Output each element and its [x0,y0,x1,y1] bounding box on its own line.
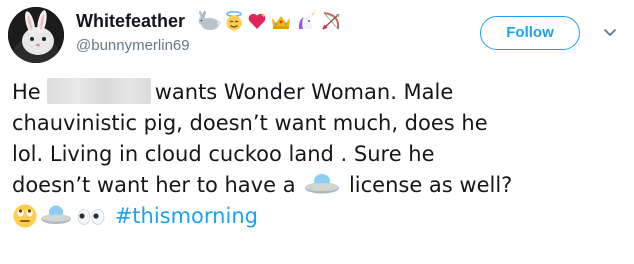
face-with-rolling-eyes-emoji [12,203,38,229]
eyes-emoji [74,203,108,229]
tweet-line-3: lol. Living in cloud cuckoo land . Sure … [12,142,435,166]
tweet-line-2: chauvinistic pig, doesn’t want much, doe… [12,111,488,135]
user-handle[interactable]: @bunnymerlin69 [76,36,190,56]
redacted-name-blur [46,78,151,104]
sparkling-heart-emoji [248,13,266,29]
more-options-chevron-down-icon[interactable] [603,28,617,38]
angel-face-emoji [226,11,242,31]
unicorn-emoji [298,11,315,29]
rabbit-emoji [198,11,221,30]
tweet-text: He wants Wonder Woman. Male chauvinistic … [12,77,630,232]
flying-saucer-emoji [38,203,74,229]
bow-and-arrow-emoji [322,12,340,30]
tweet-line-1: He wants Wonder Woman. Male [12,77,630,108]
avatar[interactable] [8,7,64,63]
tweet-text-segment: He [12,80,41,104]
crown-emoji [272,16,290,29]
follow-button[interactable]: Follow [480,16,580,50]
tweet-text-segment: doesn’t want her to have a [12,173,296,197]
flying-saucer-emoji [302,172,342,198]
tweet-text-segment: license as well? [348,173,513,197]
display-name-emojis [197,9,342,33]
hashtag-link[interactable]: #thismorning [115,204,258,228]
tweet-text-segment: wants Wonder Woman. Male [154,80,454,104]
rabbit-avatar-image [8,7,64,63]
display-name[interactable]: Whitefeather [76,10,185,32]
tweet-line-5: #thismorning [12,201,630,232]
tweet-line-4: doesn’t want her to have a license as we… [12,170,630,201]
